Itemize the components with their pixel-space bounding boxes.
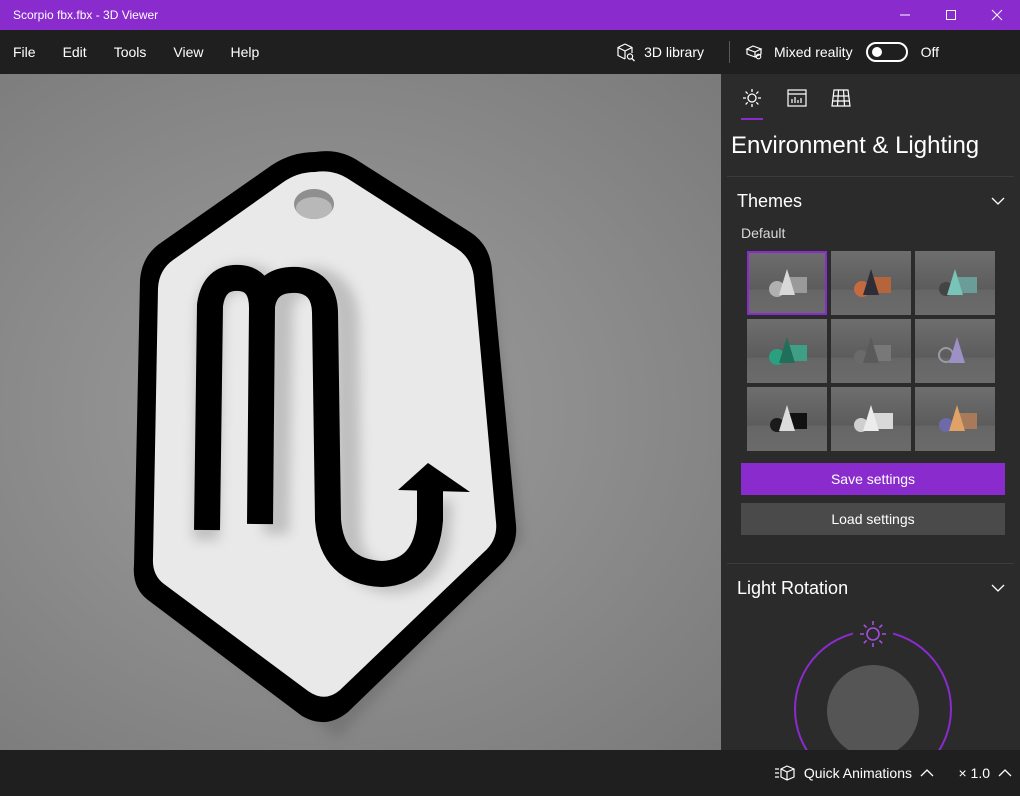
theme-thumbnail[interactable]	[831, 387, 911, 451]
mixed-reality-label: Mixed reality	[773, 44, 853, 60]
mixed-reality-toggle[interactable]	[865, 42, 908, 62]
3d-viewport[interactable]	[0, 74, 721, 750]
maximize-icon	[946, 10, 956, 20]
close-icon	[991, 9, 1003, 21]
chevron-up-icon	[920, 769, 934, 777]
theme-thumbnail[interactable]	[831, 251, 911, 315]
minimize-button[interactable]	[882, 0, 928, 30]
theme-thumbnail[interactable]	[747, 319, 827, 383]
stats-shading-icon	[787, 89, 807, 107]
themes-header[interactable]: Themes	[721, 177, 1020, 225]
menu-edit[interactable]: Edit	[63, 44, 87, 60]
scorpio-model	[133, 151, 522, 738]
theme-thumbnail[interactable]	[747, 387, 827, 451]
themes-title: Themes	[737, 190, 803, 211]
tab-stats-shading[interactable]	[775, 74, 819, 122]
playback-speed-label: × 1.0	[958, 765, 990, 781]
theme-thumbnail[interactable]	[831, 319, 911, 383]
menu-bar: File Edit Tools View Help 3D library Mix…	[0, 30, 1020, 74]
light-rotation-dial[interactable]	[793, 619, 957, 750]
theme-thumbnail[interactable]	[915, 251, 995, 315]
3d-library-label: 3D library	[644, 44, 704, 60]
menu-divider	[728, 41, 730, 63]
save-settings-button[interactable]: Save settings	[741, 463, 1005, 495]
tab-environment-lighting[interactable]	[731, 74, 775, 122]
panel-title: Environment & Lighting	[731, 132, 980, 159]
grid-views-icon	[831, 89, 851, 107]
theme-thumbnail[interactable]	[915, 319, 995, 383]
environment-lighting-icon	[743, 89, 761, 107]
chevron-down-icon	[991, 197, 1005, 205]
quick-animations-button[interactable]: Quick Animations	[774, 750, 942, 796]
3d-library-button[interactable]: 3D library	[616, 42, 704, 62]
status-bar: Quick Animations × 1.0	[0, 750, 1020, 796]
settings-panel: Environment & Lighting Themes Default Sa…	[721, 74, 1020, 750]
menu-right-group: 3D library Mixed reality Off	[616, 30, 1020, 74]
window-title: Scorpio fbx.fbx - 3D Viewer	[13, 8, 159, 22]
theme-grid	[721, 251, 1020, 451]
mixed-reality-group: Mixed reality	[745, 42, 853, 62]
maximize-button[interactable]	[928, 0, 974, 30]
menu-help[interactable]: Help	[230, 44, 259, 60]
chevron-down-icon	[991, 584, 1005, 592]
menu-file[interactable]: File	[13, 44, 36, 60]
animation-cube-icon	[774, 765, 795, 781]
chevron-up-icon	[998, 769, 1012, 777]
load-settings-button[interactable]: Load settings	[741, 503, 1005, 535]
theme-thumbnail[interactable]	[915, 387, 995, 451]
cube-search-icon	[617, 43, 636, 62]
tab-grid-views[interactable]	[819, 74, 863, 122]
close-button[interactable]	[974, 0, 1020, 30]
playback-speed-button[interactable]: × 1.0	[958, 750, 1012, 796]
panel-tabs	[721, 74, 1020, 122]
quick-animations-label: Quick Animations	[803, 765, 912, 781]
mixed-reality-state: Off	[920, 44, 939, 60]
light-rotation-title: Light Rotation	[737, 577, 849, 598]
title-bar: Scorpio fbx.fbx - 3D Viewer	[0, 0, 1020, 30]
light-rotation-header[interactable]: Light Rotation	[721, 564, 1020, 612]
minimize-icon	[900, 14, 910, 16]
mixed-reality-icon	[745, 45, 763, 60]
menu-tools[interactable]: Tools	[114, 44, 147, 60]
menu-view[interactable]: View	[173, 44, 203, 60]
selected-theme-label: Default	[741, 225, 786, 241]
theme-thumbnail[interactable]	[747, 251, 827, 315]
toggle-knob	[871, 47, 882, 57]
